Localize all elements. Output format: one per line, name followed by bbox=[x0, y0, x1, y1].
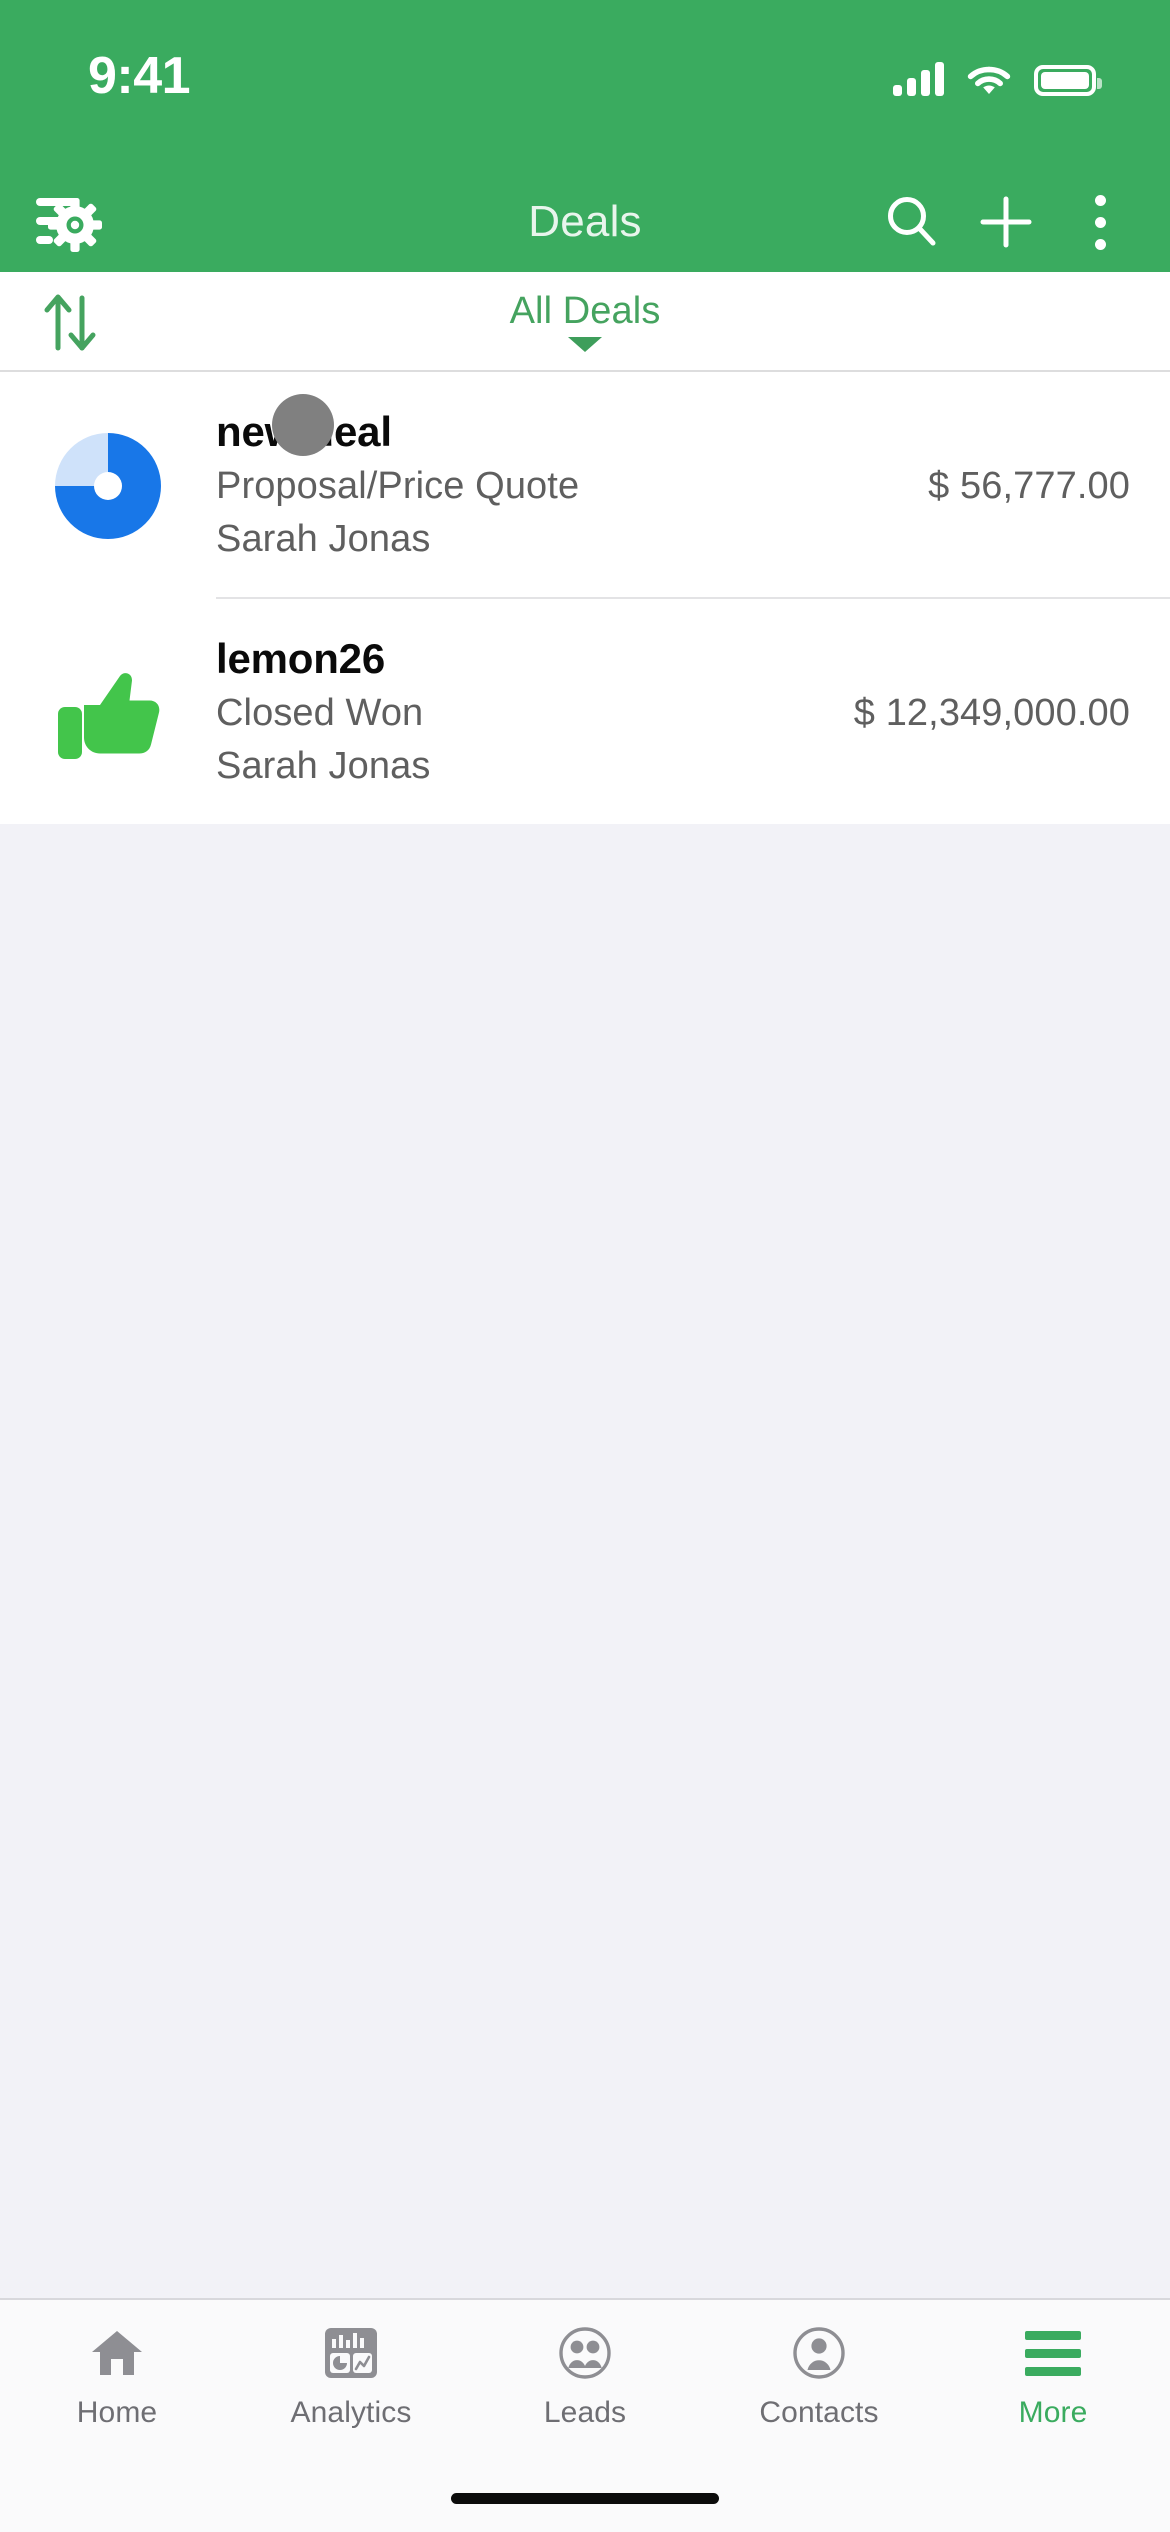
search-icon[interactable] bbox=[870, 180, 954, 264]
deal-details: new deal Proposal/Price Quote $ 56,777.0… bbox=[216, 372, 1170, 600]
tab-contacts[interactable]: Contacts bbox=[702, 2322, 936, 2430]
list-item[interactable]: lemon26 Closed Won $ 12,349,000.00 Sarah… bbox=[0, 599, 1170, 824]
tab-label: Analytics bbox=[290, 2396, 412, 2429]
home-indicator-bar[interactable] bbox=[451, 2492, 719, 2504]
home-indicator-area bbox=[0, 2464, 1170, 2532]
list-item[interactable]: new deal Proposal/Price Quote $ 56,777.0… bbox=[0, 372, 1170, 600]
deal-stage: Closed Won bbox=[216, 692, 424, 735]
chevron-down-icon bbox=[568, 337, 602, 352]
empty-content-area bbox=[0, 824, 1170, 2298]
deal-scope-label: All Deals bbox=[509, 290, 661, 332]
deal-title: new deal bbox=[216, 408, 392, 455]
deal-status-icon-wrap bbox=[0, 372, 216, 599]
deal-status-icon-wrap bbox=[0, 599, 216, 824]
more-menu-icon bbox=[1025, 2322, 1081, 2384]
deal-amount: $ 12,349,000.00 bbox=[853, 692, 1130, 735]
tab-home[interactable]: Home bbox=[0, 2322, 234, 2430]
tab-label: Contacts bbox=[759, 2396, 879, 2429]
tab-label: Leads bbox=[543, 2396, 627, 2429]
tab-more[interactable]: More bbox=[936, 2322, 1170, 2430]
tab-leads[interactable]: Leads bbox=[468, 2322, 702, 2430]
tab-label: More bbox=[1018, 2396, 1088, 2429]
status-indicators bbox=[893, 50, 1102, 96]
filter-bar: All Deals bbox=[0, 272, 1170, 372]
wifi-icon bbox=[966, 62, 1012, 96]
tab-label: Home bbox=[76, 2396, 158, 2429]
status-bar: 9:41 bbox=[0, 0, 1170, 172]
contacts-icon bbox=[790, 2322, 848, 2384]
battery-full-icon bbox=[1034, 65, 1102, 96]
app-screen: 9:41 Deals All Deals new deal Proposal/P… bbox=[0, 0, 1170, 2532]
deal-scope-selector[interactable]: All Deals bbox=[0, 290, 1170, 352]
more-vertical-icon[interactable] bbox=[1058, 180, 1142, 264]
status-time: 9:41 bbox=[88, 47, 191, 105]
deal-title: lemon26 bbox=[216, 635, 385, 683]
leads-icon bbox=[556, 2322, 614, 2384]
bottom-tab-bar: Home Analytics Leads Contacts More bbox=[0, 2298, 1170, 2464]
home-icon bbox=[88, 2322, 146, 2384]
thumbs-up-icon bbox=[58, 672, 160, 759]
tab-analytics[interactable]: Analytics bbox=[234, 2322, 468, 2430]
nav-actions bbox=[870, 180, 1142, 264]
plus-icon[interactable] bbox=[964, 180, 1048, 264]
nav-bar: Deals bbox=[0, 172, 1170, 272]
deal-stage-amount-row: Proposal/Price Quote $ 56,777.00 bbox=[216, 465, 1130, 508]
pie-chart-progress-icon bbox=[55, 432, 161, 539]
deal-owner: Sarah Jonas bbox=[216, 518, 431, 561]
deal-stage-amount-row: Closed Won $ 12,349,000.00 bbox=[216, 692, 1130, 735]
deal-details: lemon26 Closed Won $ 12,349,000.00 Sarah… bbox=[216, 599, 1170, 824]
deal-amount: $ 56,777.00 bbox=[928, 465, 1130, 508]
cellular-signal-icon bbox=[893, 62, 944, 96]
analytics-icon bbox=[322, 2322, 380, 2384]
deal-list: new deal Proposal/Price Quote $ 56,777.0… bbox=[0, 372, 1170, 825]
deal-stage: Proposal/Price Quote bbox=[216, 465, 580, 508]
deal-owner: Sarah Jonas bbox=[216, 745, 431, 788]
